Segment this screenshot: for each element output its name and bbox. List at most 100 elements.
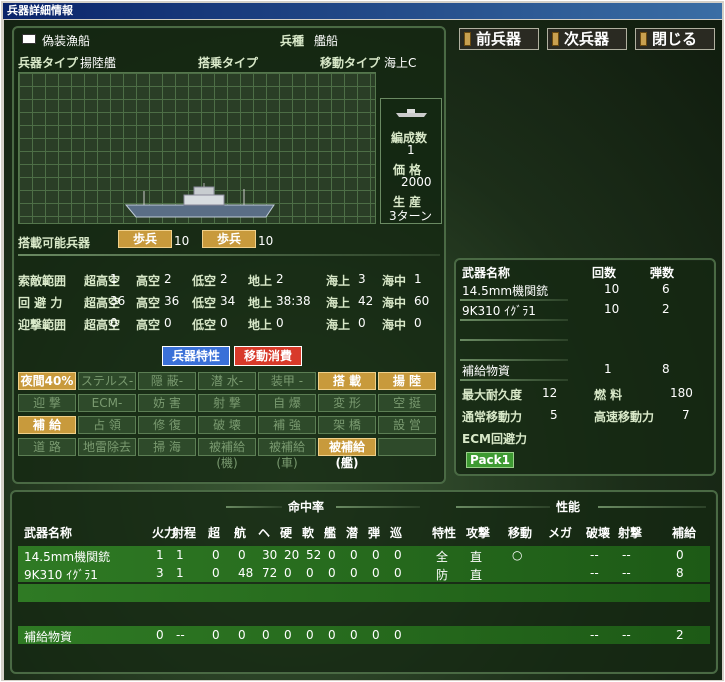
range-evade-label: 海上 — [326, 296, 351, 310]
detail-cell: 8 — [676, 566, 684, 580]
close-button[interactable]: 閉じる — [635, 28, 715, 50]
trait-chip[interactable]: 射 撃 — [198, 394, 256, 412]
durability-label: 最大耐久度 — [462, 388, 523, 402]
hit-rate-group-label: 命中率 — [288, 500, 325, 514]
range-search-value: 2 — [164, 272, 172, 286]
range-intercept-value: 0 — [110, 316, 118, 330]
detail-header: 移動 — [508, 526, 533, 540]
range-intercept-label: 高空 — [136, 318, 161, 332]
trait-chip[interactable]: 修 復 — [138, 416, 196, 434]
trait-chip[interactable]: 道 路 — [18, 438, 76, 456]
weapon-name: 14.5mm機関銃 — [462, 284, 549, 298]
trait-chip[interactable]: 迎 撃 — [18, 394, 76, 412]
detail-cell: 0 — [394, 548, 402, 562]
table-row[interactable] — [18, 626, 710, 644]
trait-chip[interactable]: 被補給(機) — [198, 438, 256, 470]
weapon-type: 揚陸艦 — [80, 56, 117, 70]
range-evade-value: 60 — [414, 294, 430, 308]
detail-header: 攻撃 — [466, 526, 491, 540]
detail-cell: 20 — [284, 548, 300, 562]
range-intercept-value: 0 — [414, 316, 422, 330]
prev-weapon-button[interactable]: 前兵器 — [459, 28, 539, 50]
prev-icon — [464, 32, 471, 46]
carry-item-1[interactable]: 歩兵 — [118, 230, 172, 248]
detail-cell: 1 — [156, 548, 164, 562]
detail-cell: 0 — [306, 566, 314, 580]
trait-chip[interactable]: 潜 水- — [198, 372, 256, 390]
trait-chip[interactable]: ステルス- — [78, 372, 136, 390]
detail-cell: 0 — [212, 566, 220, 580]
trait-chip[interactable]: 装甲 - — [258, 372, 316, 390]
trait-chip[interactable]: 隠 蔽- — [138, 372, 196, 390]
range-search-value: 2 — [220, 272, 228, 286]
divider — [460, 299, 568, 301]
weapon-type-label: 兵器タイプ — [18, 56, 79, 70]
trait-chip[interactable]: 夜間40% — [18, 372, 76, 390]
trait-chip[interactable]: 破 壊 — [198, 416, 256, 434]
pack-button[interactable]: Pack1 — [466, 452, 514, 468]
range-search-value: 3 — [358, 272, 366, 286]
weapons-header: 回数 — [592, 266, 617, 280]
detail-cell: 0 — [238, 548, 246, 562]
range-evade-label: 海中 — [382, 296, 407, 310]
prod-value: 3ターン — [389, 209, 433, 223]
durability-value: 12 — [542, 386, 558, 400]
weapon-name: 補給物資 — [462, 364, 511, 378]
tab-traits[interactable]: 兵器特性 — [162, 346, 230, 366]
range-search-value: 2 — [276, 272, 284, 286]
trait-chip[interactable]: 地雷除去 — [78, 438, 136, 456]
trait-chip[interactable]: 揚 陸 — [378, 372, 436, 390]
weapon-stat: 1 — [604, 362, 612, 376]
price-value: 2000 — [401, 175, 432, 189]
divider — [18, 254, 440, 256]
trait-chip[interactable]: 被補給(車) — [258, 438, 316, 470]
detail-cell: 3 — [156, 566, 164, 580]
unit-info-panel: 偽装漁船 兵種 艦船 兵器タイプ 揚陸艦 搭乗タイプ 移動タイプ 海上C 編成数… — [12, 26, 446, 484]
detail-cell: 0 — [212, 628, 220, 642]
range-evade-label: 低空 — [192, 296, 217, 310]
trait-chip[interactable]: 掃 海 — [138, 438, 196, 456]
trait-chip[interactable]: 占 領 — [78, 416, 136, 434]
detail-cell: 48 — [238, 566, 254, 580]
move-label: 通常移動力 — [462, 410, 523, 424]
trait-chip[interactable]: 被補給(艦) — [318, 438, 376, 470]
divider — [460, 339, 568, 341]
next-weapon-button[interactable]: 次兵器 — [547, 28, 627, 50]
detail-cell: 直 — [470, 550, 483, 564]
detail-cell: 直 — [470, 568, 483, 582]
range-intercept-value: 0 — [276, 316, 284, 330]
range-intercept-label: 地上 — [248, 318, 273, 332]
trait-chip[interactable]: 搭 載 — [318, 372, 376, 390]
trait-chip[interactable]: 空 挺 — [378, 394, 436, 412]
detail-cell: 0 — [372, 548, 380, 562]
detail-cell: 0 — [394, 566, 402, 580]
trait-chip[interactable]: 自 爆 — [258, 394, 316, 412]
tab-move-cost[interactable]: 移動消費 — [234, 346, 302, 366]
weapons-header: 弾数 — [650, 266, 675, 280]
trait-chip[interactable]: 妨 害 — [138, 394, 196, 412]
detail-cell: 0 — [372, 566, 380, 580]
trait-chip[interactable]: 変 形 — [318, 394, 376, 412]
detail-cell: 0 — [676, 548, 684, 562]
table-row[interactable] — [18, 564, 710, 582]
divider — [456, 506, 550, 508]
trait-chip[interactable]: 設 営 — [378, 416, 436, 434]
trait-chip[interactable]: 補 強 — [258, 416, 316, 434]
range-evade-label: 地上 — [248, 296, 273, 310]
unit-flag-icon — [22, 34, 36, 44]
detail-header: 射撃 — [618, 526, 643, 540]
detail-cell: -- — [622, 628, 631, 642]
range-search-label: 高空 — [136, 274, 161, 288]
detail-cell: -- — [590, 548, 599, 562]
table-row[interactable] — [18, 584, 710, 602]
table-row[interactable] — [18, 546, 710, 564]
trait-chip[interactable]: 補 給 — [18, 416, 76, 434]
trait-chip[interactable]: 架 橋 — [318, 416, 376, 434]
detail-weapon-name: 9K310 ｲｸﾞﾗ1 — [24, 568, 98, 582]
detail-header: 破壊 — [586, 526, 611, 540]
close-icon — [640, 32, 647, 46]
trait-chip[interactable] — [378, 438, 436, 456]
carry-count-1: 10 — [174, 234, 190, 248]
carry-item-2[interactable]: 歩兵 — [202, 230, 256, 248]
trait-chip[interactable]: ECM- — [78, 394, 136, 412]
